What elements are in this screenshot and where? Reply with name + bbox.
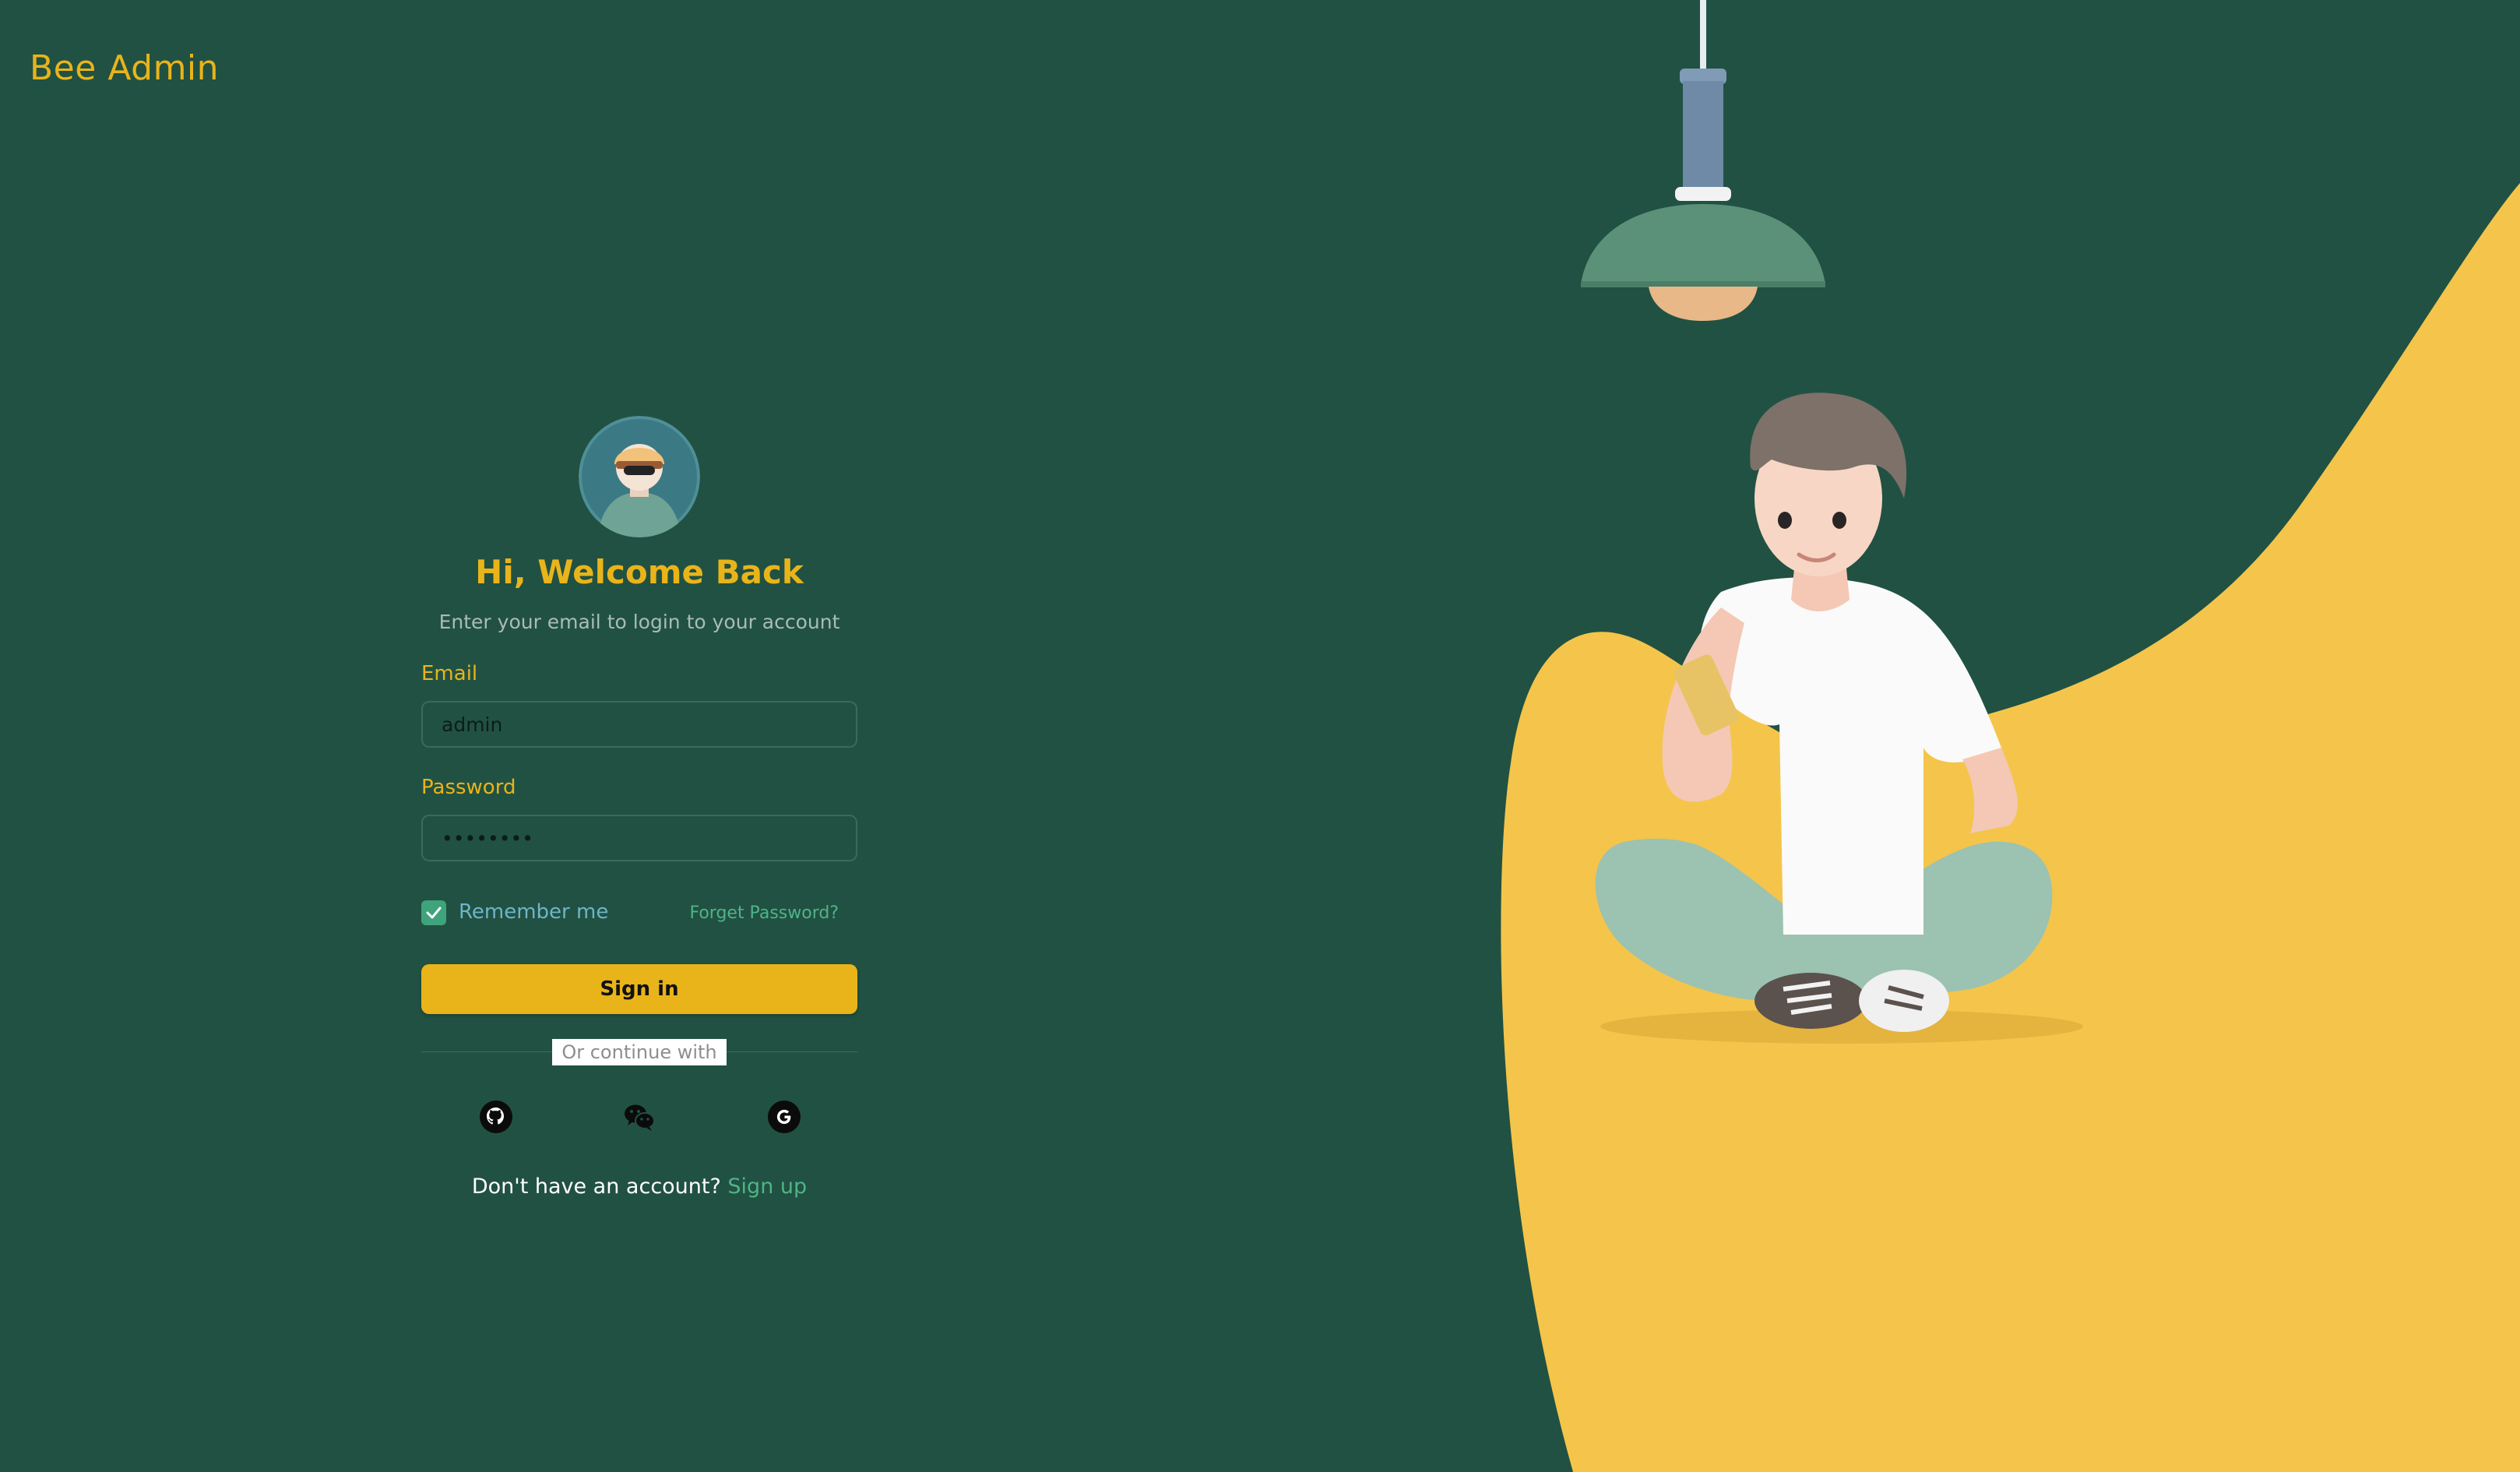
- sign-in-button[interactable]: Sign in: [421, 964, 857, 1014]
- page-subtitle: Enter your email to login to your accoun…: [438, 611, 840, 633]
- user-avatar: [579, 416, 700, 537]
- page-title: Hi, Welcome Back: [475, 553, 804, 591]
- check-icon: [426, 907, 442, 919]
- sign-up-link[interactable]: Sign up: [727, 1174, 807, 1199]
- signup-prompt: Don't have an account?: [471, 1174, 721, 1199]
- github-login-button[interactable]: [477, 1098, 515, 1136]
- google-icon: [768, 1100, 801, 1133]
- remember-row: Remember me Forget Password?: [421, 899, 857, 927]
- wechat-login-button[interactable]: [621, 1098, 658, 1136]
- wechat-icon: [625, 1104, 655, 1131]
- pendant-lamp: [1581, 0, 1825, 321]
- yellow-swoosh-shape: [1501, 183, 2520, 1472]
- login-page: Bee Admin Hi, Welcome Back Enter your em…: [0, 0, 2520, 1472]
- avatar-icon: [579, 416, 700, 537]
- divider-label: Or continue with: [552, 1039, 727, 1065]
- remember-label[interactable]: Remember me: [459, 900, 608, 924]
- password-field[interactable]: [421, 815, 857, 861]
- signup-row: Don't have an account? Sign up: [421, 1174, 857, 1199]
- github-icon: [480, 1100, 512, 1133]
- hero-illustration: [1501, 0, 2520, 1472]
- email-label: Email: [421, 662, 478, 685]
- email-field[interactable]: [421, 701, 857, 748]
- brand-logo-text: Bee Admin: [30, 48, 220, 88]
- google-login-button[interactable]: [766, 1098, 803, 1136]
- forgot-password-link[interactable]: Forget Password?: [689, 903, 839, 923]
- password-label: Password: [421, 776, 516, 799]
- remember-checkbox[interactable]: [421, 900, 446, 925]
